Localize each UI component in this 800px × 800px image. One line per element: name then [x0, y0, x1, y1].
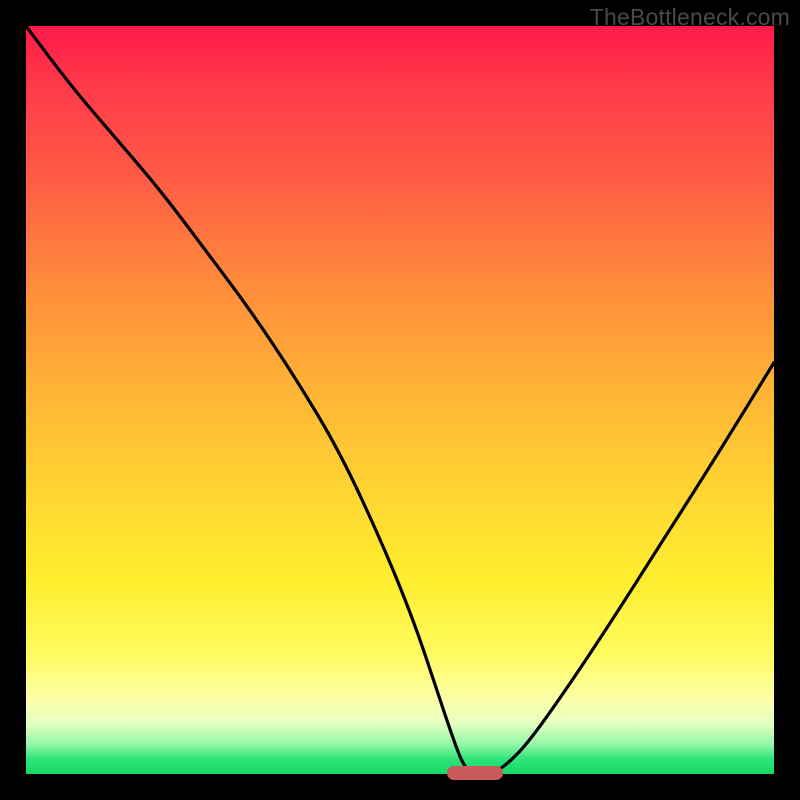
chart-plot-area — [26, 26, 774, 774]
bottleneck-curve — [26, 26, 774, 774]
optimal-marker — [447, 766, 503, 780]
chart-frame: TheBottleneck.com — [0, 0, 800, 800]
watermark-text: TheBottleneck.com — [590, 4, 790, 31]
